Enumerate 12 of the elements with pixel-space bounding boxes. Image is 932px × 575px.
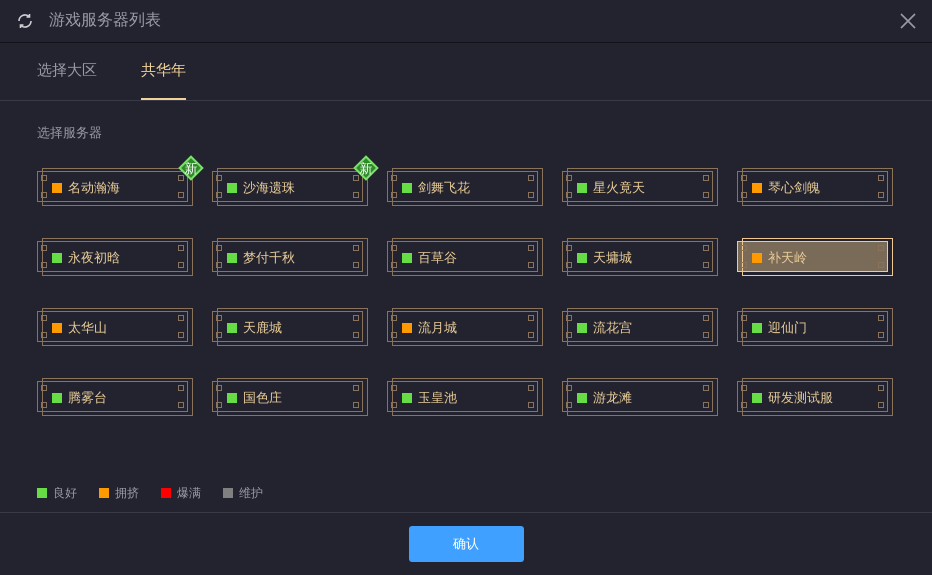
refresh-icon[interactable] (16, 12, 34, 30)
new-badge: 新 (354, 156, 378, 180)
legend-label: 爆满 (177, 485, 201, 502)
tab[interactable]: 共华年 (141, 43, 186, 100)
legend-label: 拥挤 (115, 485, 139, 502)
tab[interactable]: 选择大区 (37, 43, 97, 100)
new-badge: 新 (179, 156, 203, 180)
window-title: 游戏服务器列表 (49, 10, 161, 31)
legend-label: 维护 (239, 485, 263, 502)
section-label: 选择服务器 (37, 125, 102, 140)
close-icon[interactable] (900, 13, 916, 29)
legend-label: 良好 (53, 485, 77, 502)
